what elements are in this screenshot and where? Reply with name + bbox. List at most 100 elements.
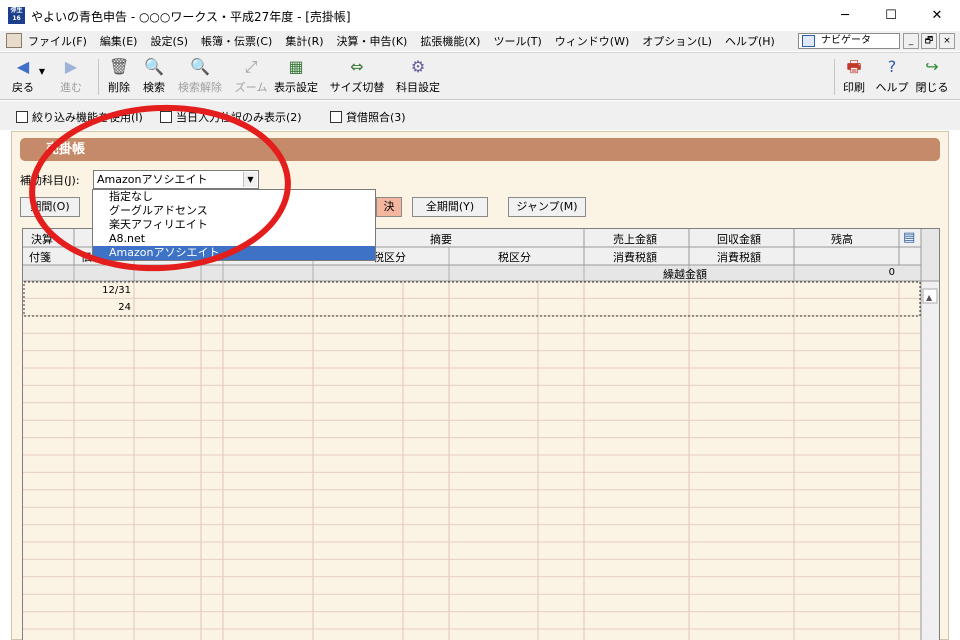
menu-ledger[interactable]: 帳簿・伝票(C) [201,33,272,49]
clear-search-button[interactable]: 🔍 検索解除 [176,57,224,97]
menu-extensions[interactable]: 拡張機能(X) [420,33,480,49]
forward-button[interactable]: ▶ 進む [54,57,88,97]
printer-icon: 🖶 [846,57,862,76]
menu-help[interactable]: ヘルプ(H) [725,33,775,49]
navigator-button[interactable]: ナビゲータ [798,33,900,49]
delete-button[interactable]: 🗑 削除 [104,57,134,97]
carry-forward-label: 繰越金額 [663,268,707,281]
menu-items: ファイル(F) 編集(E) 設定(S) 帳簿・伝票(C) 集計(R) 決算・申告… [28,33,788,49]
exit-icon: ↪ [925,57,939,76]
close-panel-button[interactable]: ↪ 閉じる [914,57,950,97]
menu-bar: ファイル(F) 編集(E) 設定(S) 帳簿・伝票(C) 集計(R) 決算・申告… [0,31,960,51]
delete-label: 削除 [108,81,130,94]
filter-checkbox[interactable]: 絞り込み機能を使用(I) [16,109,143,125]
col-summary-header: 摘要 [430,233,452,246]
search-icon: 🔍 [144,57,164,76]
display-settings-button[interactable]: ▦ 表示設定 [271,57,321,97]
size-switch-button[interactable]: ⇔ サイズ切替 [328,57,386,97]
navigator-icon [802,35,815,47]
close-window-button[interactable]: ✕ [914,0,960,31]
toolbar-separator-right [834,59,835,95]
col-tax-cat-left-header: 税区分 [373,251,406,264]
menu-file[interactable]: ファイル(F) [28,33,87,49]
mdi-restore-button[interactable]: 🗗 [921,33,937,49]
filter-label: 絞り込み機能を使用(I) [32,111,143,124]
maximize-button[interactable]: ☐ [868,0,914,31]
dropdown-option[interactable]: グーグルアドセンス [93,204,375,218]
col-settle-header: 決算 [31,233,53,246]
dropdown-option[interactable]: A8.net [93,232,375,246]
checkbox-box[interactable] [330,111,342,123]
entry-date[interactable]: 12/31 [83,285,131,296]
grid-lines: ▲ [23,229,939,640]
ledger-grid[interactable]: ▲ 決算 摘要 売上金額 回収金額 残高 ▤ 付箋 伝 税区分 税区分 消費税額… [22,228,940,640]
trash-icon: 🗑 [109,57,130,76]
dropdown-option[interactable]: 指定なし [93,190,375,204]
svg-text:▲: ▲ [926,293,933,302]
all-period-button[interactable]: 全期間(Y) [412,197,488,217]
print-label: 印刷 [843,81,865,94]
clear-search-label: 検索解除 [178,81,222,94]
clear-search-icon: 🔍 [190,57,210,76]
close-panel-label: 閉じる [915,81,949,94]
col-sales-tax-header: 消費税額 [613,251,657,264]
col-balance-header: 残高 [831,233,853,246]
print-button[interactable]: 🖶 印刷 [839,57,869,97]
menu-window[interactable]: ウィンドウ(W) [555,33,629,49]
display-settings-icon: ▦ [288,57,304,76]
sub-account-value: Amazonアソシエイト [97,173,208,186]
jump-button[interactable]: ジャンプ(M) [508,197,586,217]
period-button[interactable]: 期間(O) [20,197,80,217]
mdi-minimize-button[interactable]: _ [903,33,919,49]
minimize-button[interactable]: ─ [822,0,868,31]
reconcile-label: 貸借照合(3) [346,111,406,124]
settle-button[interactable]: 決 [376,197,402,217]
app-icon: 弥生 16 [8,7,25,24]
zoom-icon: ⤢ [244,57,258,76]
size-switch-icon: ⇔ [350,57,364,76]
toolbar-separator [98,59,99,95]
dropdown-option-selected[interactable]: Amazonアソシエイト [93,246,375,260]
memo-icon[interactable]: ▤ [903,230,915,245]
carry-forward-value: 0 [888,267,895,278]
menu-settings[interactable]: 設定(S) [150,33,188,49]
title-bar: 弥生 16 やよいの青色申告 - ○○○ワークス・平成27年度 - [売掛帳] … [0,0,960,31]
search-button[interactable]: 🔍 検索 [139,57,169,97]
checkbox-box[interactable] [160,111,172,123]
document-icon[interactable] [6,33,22,48]
search-label: 検索 [143,81,165,94]
back-arrow-icon: ◀ [16,57,30,76]
mdi-close-button[interactable]: × [939,33,955,49]
help-label: ヘルプ [875,81,909,94]
account-settings-icon: ⚙ [410,57,426,76]
reconcile-checkbox[interactable]: 貸借照合(3) [330,109,406,125]
menu-settlement[interactable]: 決算・申告(K) [337,33,408,49]
back-button[interactable]: ◀ 戻る [6,57,40,97]
options-row: 絞り込み機能を使用(I) 当日入力仕訳のみ表示(2) 貸借照合(3) [0,101,960,130]
same-day-checkbox[interactable]: 当日入力仕訳のみ表示(2) [160,109,302,125]
menu-tools[interactable]: ツール(T) [493,33,541,49]
entry-day[interactable]: 24 [83,302,131,313]
sub-account-dropdown[interactable]: 指定なし グーグルアドセンス 楽天アフィリエイト A8.net Amazonアソ… [92,189,376,261]
same-day-label: 当日入力仕訳のみ表示(2) [176,111,302,124]
menu-edit[interactable]: 編集(E) [100,33,138,49]
checkbox-box[interactable] [16,111,28,123]
menu-aggregate[interactable]: 集計(R) [285,33,323,49]
col-collected-tax-header: 消費税額 [717,251,761,264]
toolbar: ◀ 戻る ▼ ▶ 進む 🗑 削除 🔍 検索 🔍 検索解除 ⤢ ズーム ▦ 表示設… [0,52,960,100]
help-button[interactable]: ? ヘルプ [874,57,910,97]
display-settings-label: 表示設定 [274,81,318,94]
menu-options[interactable]: オプション(L) [642,33,712,49]
size-switch-label: サイズ切替 [329,81,385,94]
chevron-down-icon[interactable]: ▼ [243,172,257,187]
account-settings-label: 科目設定 [396,81,440,94]
help-icon: ? [887,57,897,76]
account-settings-button[interactable]: ⚙ 科目設定 [393,57,443,97]
panel-title: 売掛帳 [20,138,940,161]
back-label: 戻る [12,81,34,94]
dropdown-option[interactable]: 楽天アフィリエイト [93,218,375,232]
window-title: やよいの青色申告 - ○○○ワークス・平成27年度 - [売掛帳] [31,10,351,24]
zoom-label: ズーム [234,81,268,94]
zoom-button[interactable]: ⤢ ズーム [234,57,268,97]
sub-account-select[interactable]: Amazonアソシエイト ▼ [93,170,259,189]
